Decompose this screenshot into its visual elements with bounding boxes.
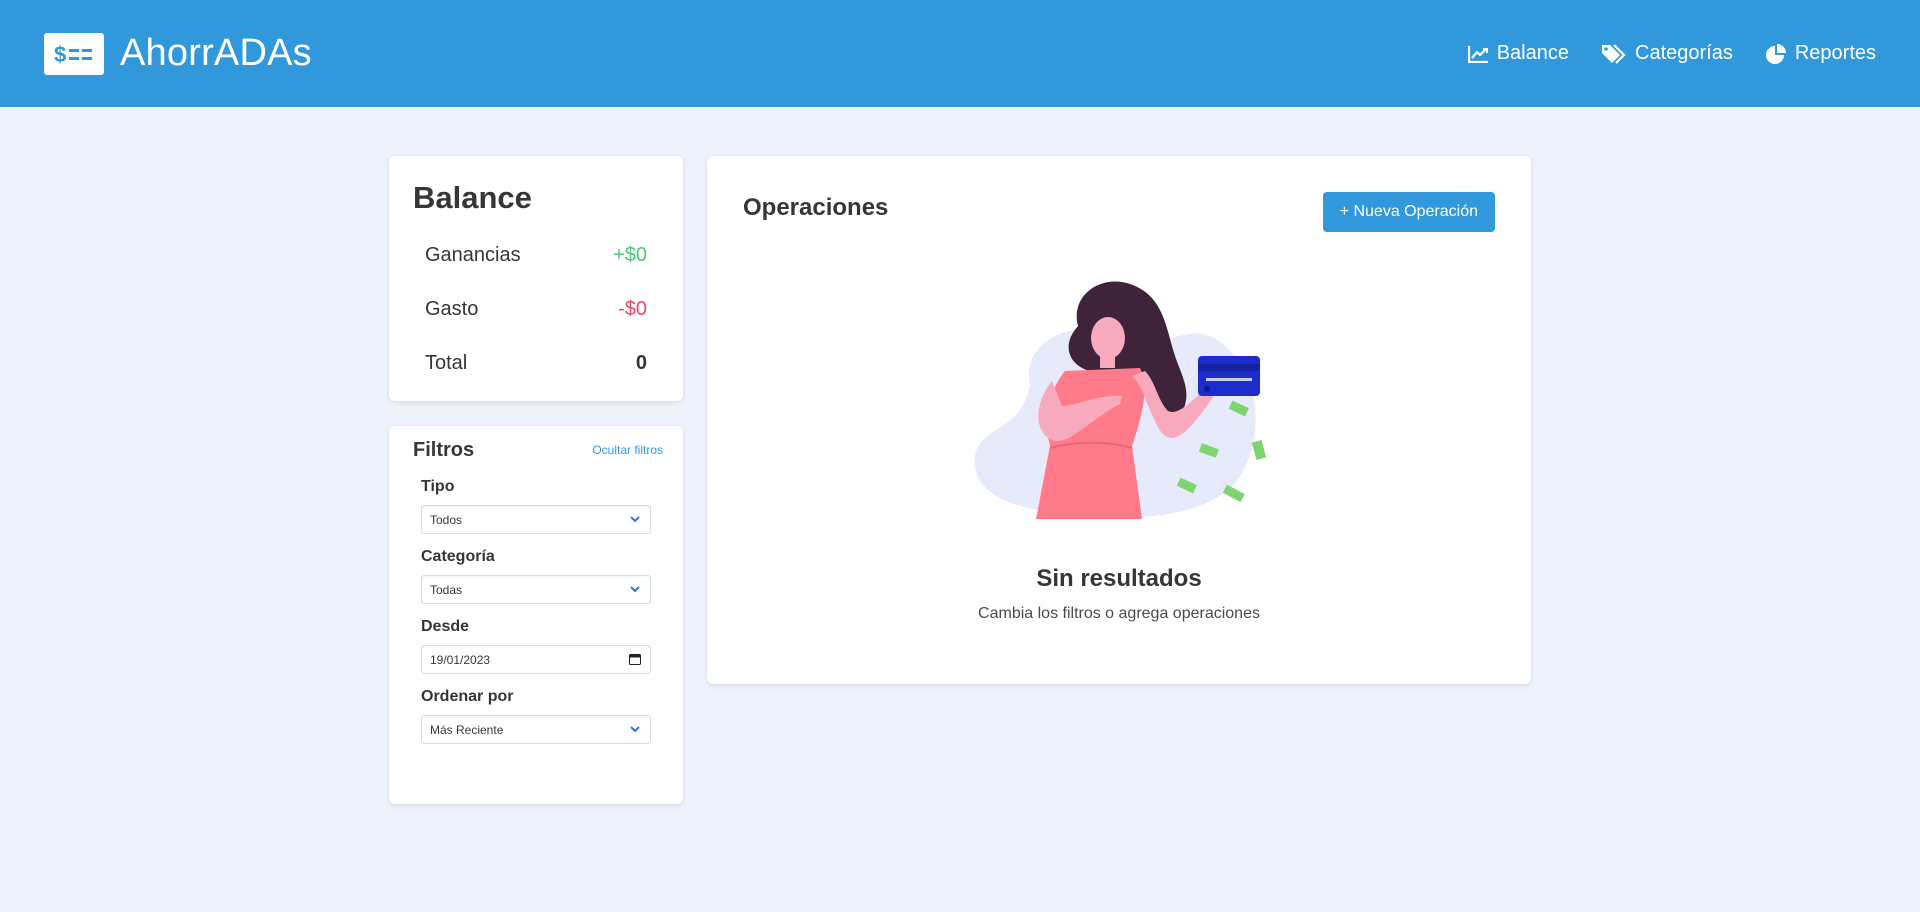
categoria-select[interactable]: Todas — [421, 575, 651, 604]
tags-icon — [1602, 43, 1626, 64]
balance-value-ganancias: +$0 — [613, 243, 647, 266]
filters-header: Filtros Ocultar filtros — [413, 436, 663, 464]
chart-pie-icon — [1765, 43, 1786, 64]
select-value: Todas — [430, 582, 463, 597]
nav-label-balance: Balance — [1496, 42, 1569, 64]
balance-label: Gasto — [425, 297, 479, 320]
balance-row-ganancias: Ganancias +$0 — [413, 228, 647, 282]
top-navbar: $ AhorrADAs Balance Categorías Reportes — [0, 0, 1920, 107]
date-value: 19/01/2023 — [430, 652, 491, 667]
balance-title: Balance — [413, 180, 532, 215]
nav-label-reportes: Reportes — [1794, 42, 1876, 64]
empty-state-subtitle: Cambia los filtros o agrega operaciones — [978, 605, 1260, 622]
balance-value-total: 0 — [635, 351, 647, 374]
hide-filters-link[interactable]: Ocultar filtros — [592, 443, 663, 457]
operations-title: Operaciones — [743, 194, 889, 221]
dollar-lines-icon: $ — [44, 32, 104, 75]
filters-title: Filtros — [413, 438, 475, 461]
filter-orden: Ordenar por Más Reciente — [413, 688, 663, 744]
empty-state-illustration — [974, 281, 1267, 519]
nav-item-reportes[interactable]: Reportes — [1765, 42, 1876, 65]
operations-header: Operaciones + Nueva Operación — [743, 192, 1495, 232]
tipo-select[interactable]: Todos — [421, 505, 651, 534]
select-value: Más Reciente — [430, 722, 504, 737]
select-value: Todos — [430, 512, 463, 527]
filters-card: Filtros Ocultar filtros Tipo Todos Categ… — [389, 426, 683, 804]
filter-label: Tipo — [421, 478, 455, 495]
nav-item-balance[interactable]: Balance — [1467, 42, 1569, 65]
orden-select[interactable]: Más Reciente — [421, 715, 651, 744]
chevron-down-icon — [630, 516, 640, 523]
filter-categoria: Categoría Todas — [413, 548, 663, 604]
operations-card: Operaciones + Nueva Operación Sin result… — [707, 156, 1531, 684]
balance-label: Ganancias — [425, 243, 521, 266]
empty-state-title: Sin resultados — [1036, 565, 1202, 592]
balance-value-gasto: -$0 — [618, 297, 647, 320]
filter-label: Desde — [421, 618, 470, 635]
brand-title: AhorrADAs — [120, 32, 312, 74]
filter-tipo: Tipo Todos — [413, 478, 663, 534]
balance-card: Balance Ganancias +$0 Gasto -$0 Total 0 — [389, 156, 683, 401]
new-operation-button[interactable]: + Nueva Operación — [1322, 192, 1495, 232]
balance-row-gasto: Gasto -$0 — [413, 282, 647, 336]
svg-text:$: $ — [54, 42, 66, 67]
filter-label: Ordenar por — [421, 688, 514, 705]
balance-label: Total — [425, 351, 468, 374]
chevron-down-icon — [630, 586, 640, 593]
chevron-down-icon — [630, 726, 640, 733]
chart-line-icon — [1467, 45, 1488, 63]
desde-date-input[interactable]: 19/01/2023 — [421, 645, 651, 674]
nav-links: Balance Categorías Reportes — [1467, 42, 1876, 65]
filter-desde: Desde 19/01/2023 — [413, 618, 663, 674]
balance-row-total: Total 0 — [413, 336, 647, 390]
nav-item-categorias[interactable]: Categorías — [1601, 42, 1733, 65]
filter-label: Categoría — [421, 548, 495, 565]
brand[interactable]: $ AhorrADAs — [44, 32, 312, 75]
calendar-icon[interactable] — [629, 653, 641, 665]
nav-label-categorias: Categorías — [1635, 42, 1733, 64]
